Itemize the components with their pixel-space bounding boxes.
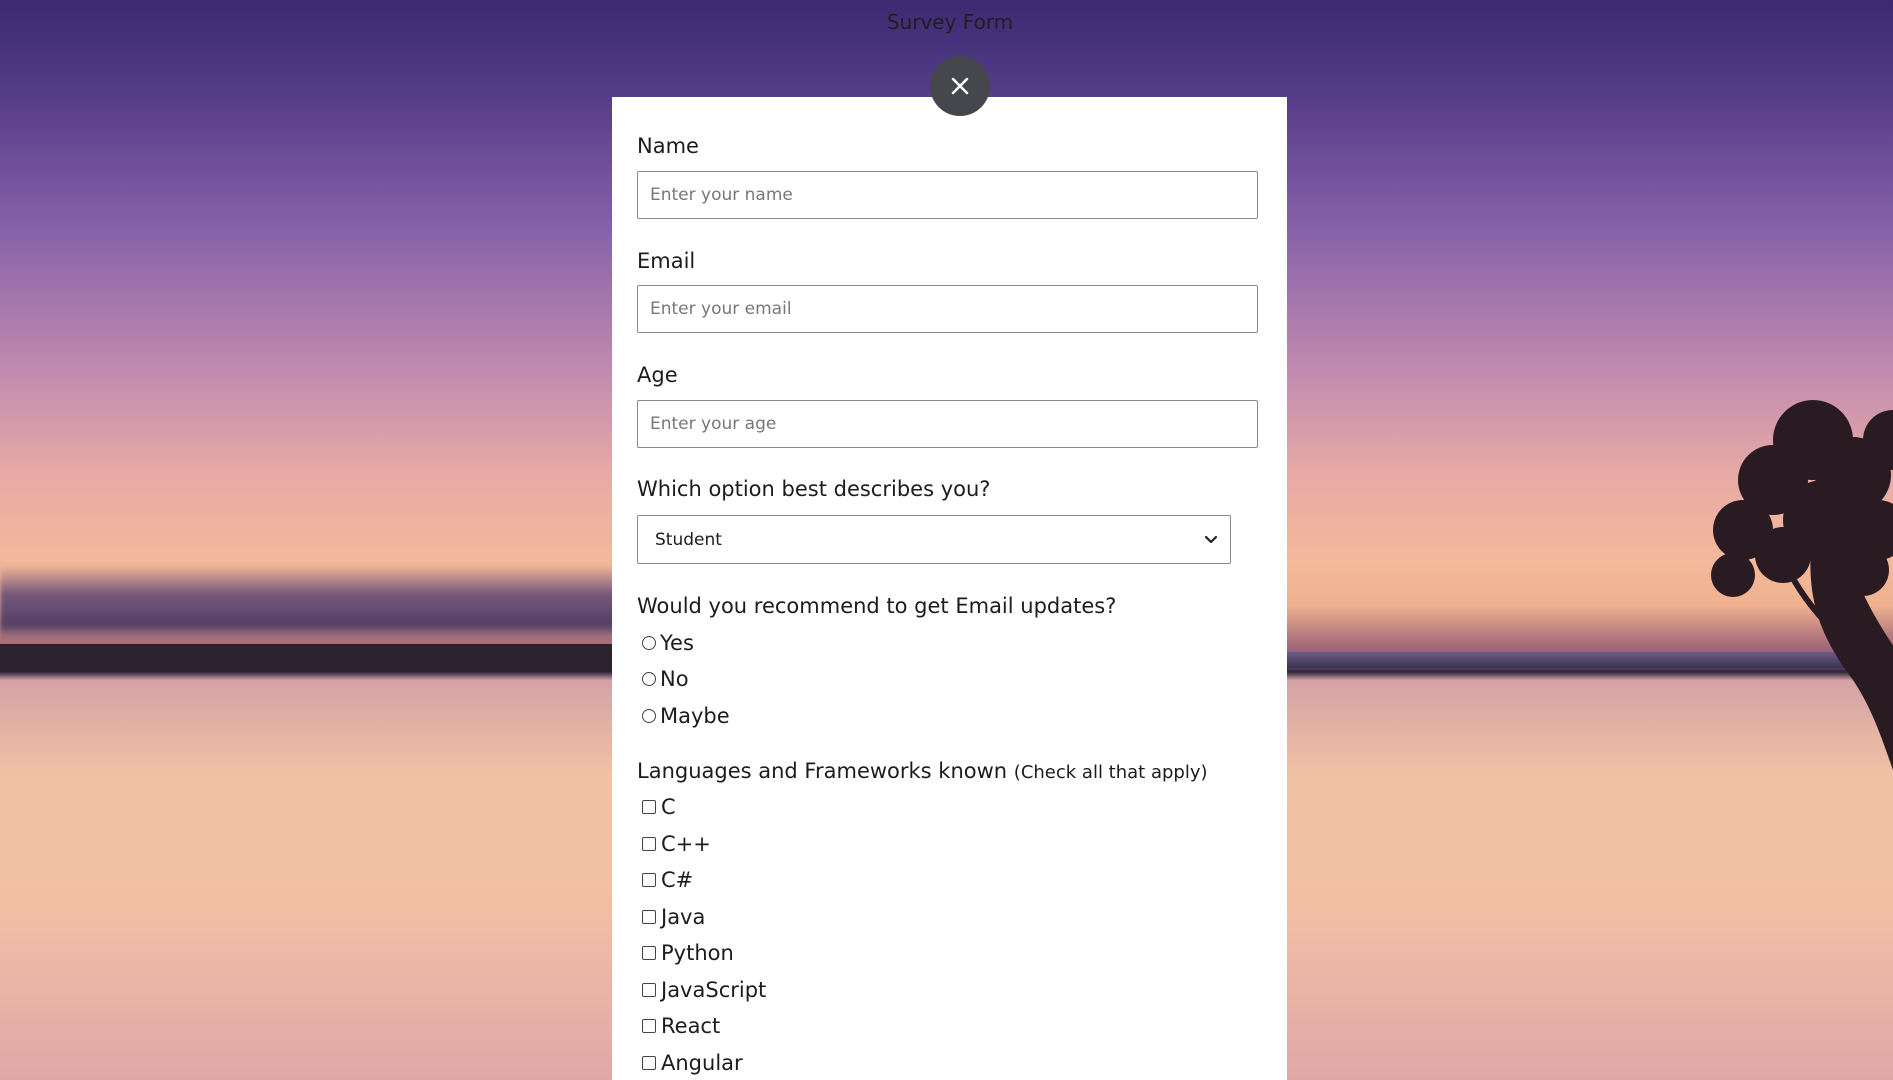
radio-maybe[interactable]	[642, 709, 656, 723]
role-label: Which option best describes you?	[637, 477, 991, 501]
language-option-label: Python	[661, 941, 734, 965]
email-label: Email	[637, 249, 696, 273]
tree-silhouette	[1711, 400, 1893, 771]
checkbox-csharp[interactable]	[642, 873, 656, 887]
checkbox-c[interactable]	[642, 800, 656, 814]
language-option-label: C#	[661, 868, 694, 892]
recommend-option-no[interactable]: No	[642, 667, 689, 691]
languages-label: Languages and Frameworks known (Check al…	[637, 759, 1208, 783]
age-input[interactable]	[637, 400, 1258, 448]
age-label: Age	[637, 363, 678, 387]
recommend-option-yes[interactable]: Yes	[642, 631, 694, 655]
role-select-value: Student	[655, 529, 722, 550]
language-option-angular[interactable]: Angular	[642, 1051, 743, 1075]
language-option-python[interactable]: Python	[642, 941, 734, 965]
recommend-option-label: Maybe	[660, 704, 730, 728]
languages-label-text: Languages and Frameworks known	[637, 759, 1008, 783]
language-option-label: JavaScript	[661, 978, 767, 1002]
recommend-option-label: Yes	[660, 631, 694, 655]
role-select[interactable]: Student	[637, 515, 1231, 564]
recommend-option-label: No	[660, 667, 689, 691]
checkbox-cpp[interactable]	[642, 837, 656, 851]
language-option-javascript[interactable]: JavaScript	[642, 978, 766, 1002]
languages-hint: (Check all that apply)	[1013, 762, 1208, 783]
cloud-band	[0, 565, 640, 640]
email-input[interactable]	[637, 285, 1258, 333]
checkbox-javascript[interactable]	[642, 983, 656, 997]
recommend-option-maybe[interactable]: Maybe	[642, 704, 730, 728]
name-input[interactable]	[637, 171, 1258, 219]
language-option-label: React	[661, 1014, 721, 1038]
language-option-csharp[interactable]: C#	[642, 868, 693, 892]
language-option-react[interactable]: React	[642, 1014, 720, 1038]
name-label: Name	[637, 134, 699, 158]
recommend-label: Would you recommend to get Email updates…	[637, 594, 1117, 618]
close-icon	[951, 77, 969, 95]
checkbox-python[interactable]	[642, 946, 656, 960]
checkbox-angular[interactable]	[642, 1056, 656, 1070]
close-button[interactable]	[930, 56, 990, 116]
checkbox-java[interactable]	[642, 910, 656, 924]
language-option-label: Java	[661, 905, 706, 929]
radio-yes[interactable]	[642, 636, 656, 650]
radio-no[interactable]	[642, 672, 656, 686]
language-option-java[interactable]: Java	[642, 905, 705, 929]
language-option-label: C	[661, 795, 676, 819]
survey-form: Name Email Age Which option best describ…	[612, 97, 1287, 1080]
horizon-left	[0, 644, 620, 672]
chevron-down-icon	[1204, 535, 1218, 543]
page-title: Survey Form	[886, 10, 1014, 34]
language-option-c[interactable]: C	[642, 795, 676, 819]
language-option-label: Angular	[661, 1051, 743, 1075]
language-option-label: C++	[661, 832, 711, 856]
checkbox-react[interactable]	[642, 1019, 656, 1033]
language-option-cpp[interactable]: C++	[642, 832, 711, 856]
